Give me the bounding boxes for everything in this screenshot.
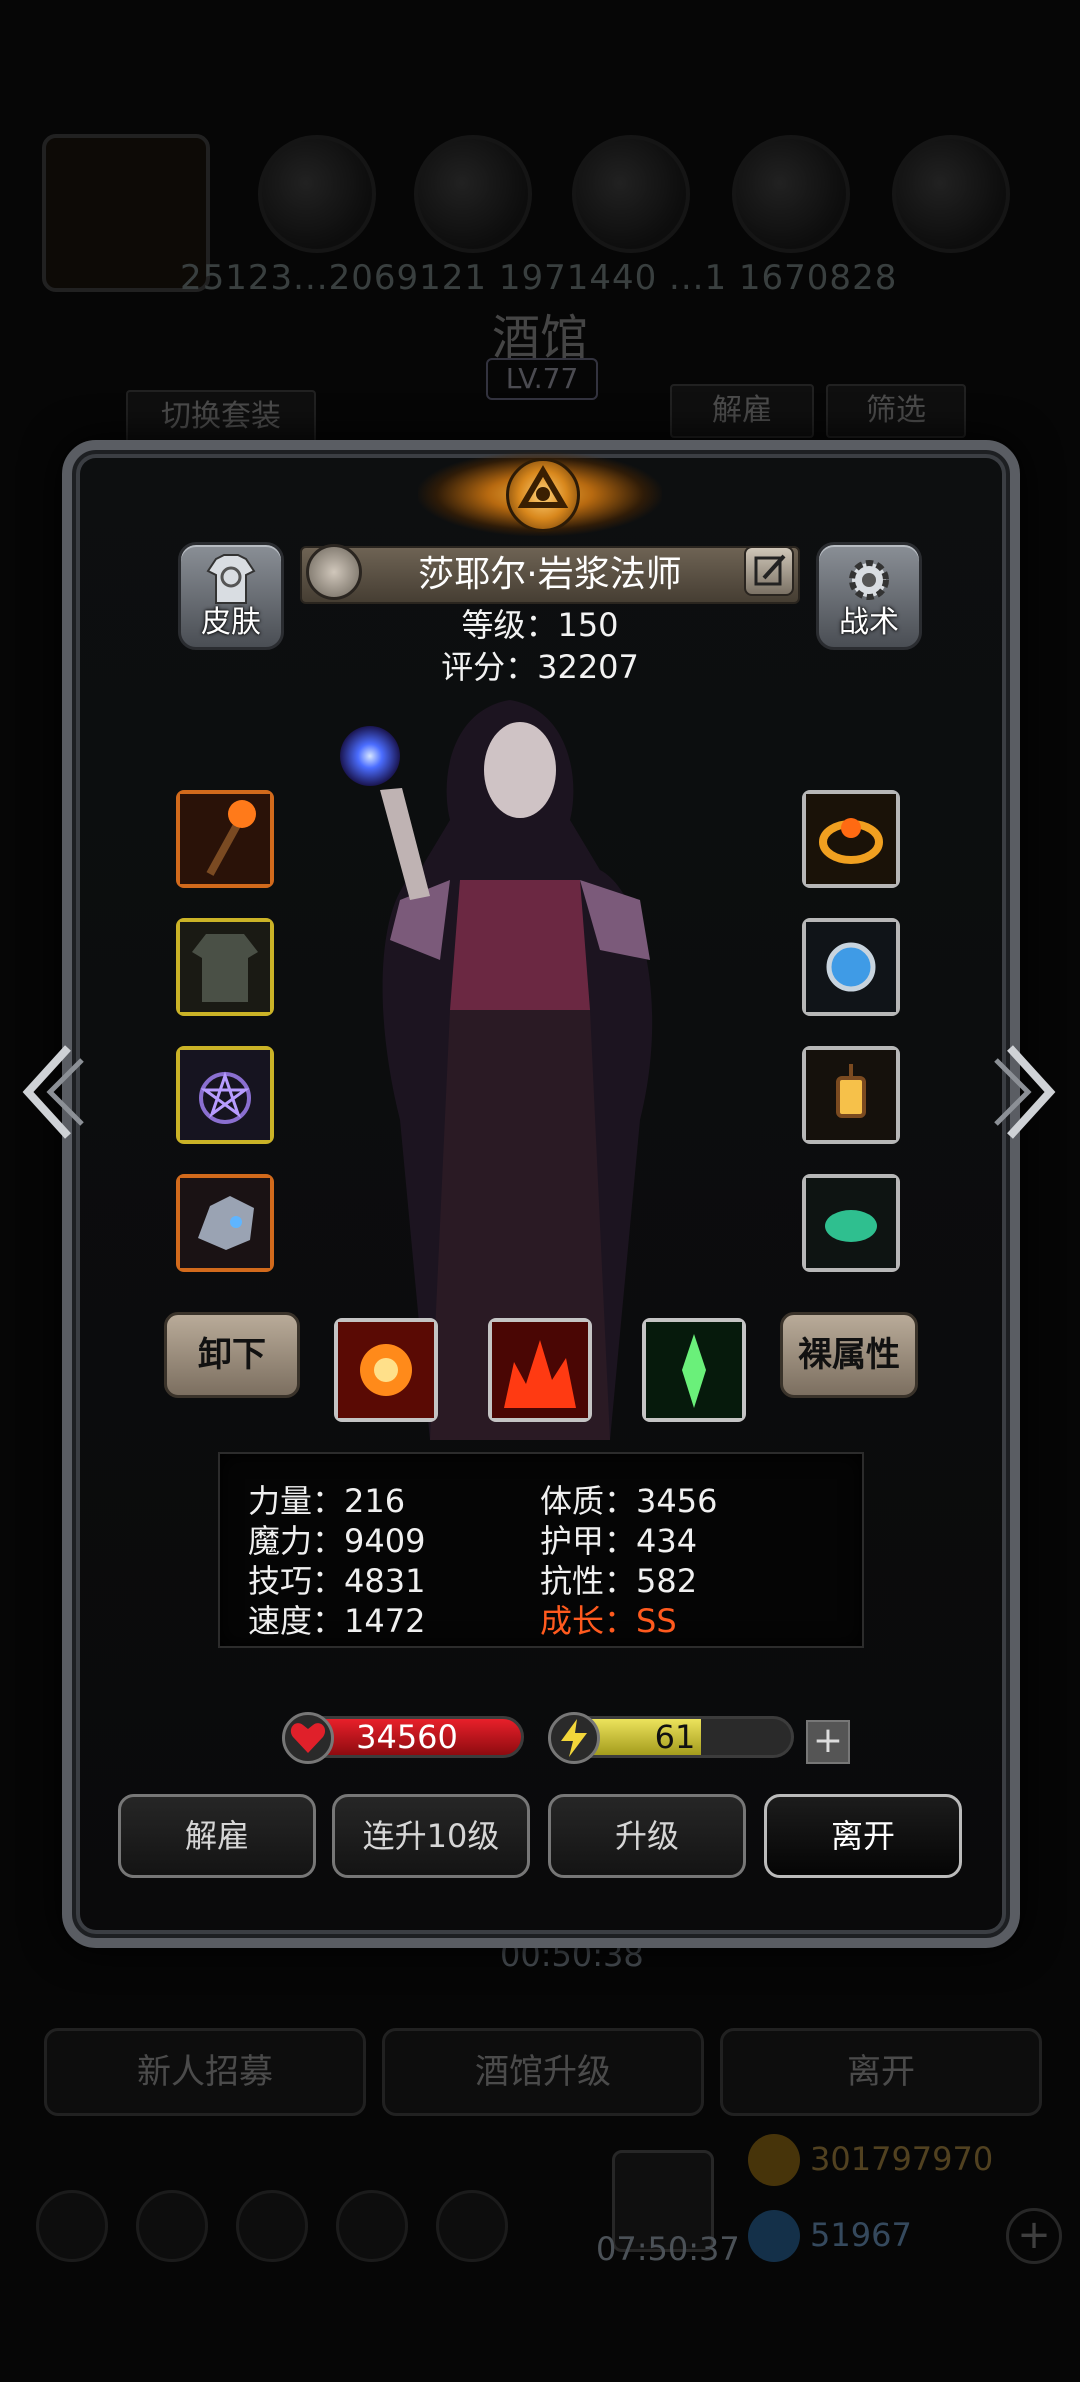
hero-badge-icon [306,544,362,600]
bg-nav-icon [436,2190,508,2262]
skill-slot-3[interactable] [642,1318,746,1422]
fire-staff-icon [180,794,270,884]
rename-edit-icon[interactable] [744,546,794,596]
bg-resource-icon [258,135,376,253]
next-hero-arrow-icon[interactable] [992,1040,1062,1144]
dragon-helm-icon [180,1178,270,1268]
bg-resource-icon [572,135,690,253]
leave-button[interactable]: 离开 [764,1794,962,1878]
flame-ring-icon [806,794,896,884]
bg-resources-text: 25123...2069121 1971440 ...1 1670828 [180,258,898,298]
hero-name: 莎耶尔·岩浆法师 [300,546,800,604]
level-up-10-button[interactable]: 连升10级 [332,1794,530,1878]
bg-nav-icon [236,2190,308,2262]
skill-slot-2[interactable] [488,1318,592,1422]
stat-growth: 成长：SS [540,1602,677,1640]
bg-gold-value: 301797970 [810,2140,994,2178]
pentagram-amulet-icon [180,1050,270,1140]
add-energy-button[interactable]: + [806,1720,850,1764]
bg-leave-button: 离开 [720,2028,1042,2116]
green-crystal-icon [646,1322,742,1418]
unequip-button[interactable]: 卸下 [164,1312,300,1398]
bg-resource-icon [892,135,1010,253]
jade-stone-icon [806,1178,896,1268]
bg-dismiss-button: 解雇 [670,384,814,438]
blue-orb-icon [806,922,896,1012]
bg-nav-icon [36,2190,108,2262]
crest-emblem-icon [506,458,580,532]
heart-icon [282,1712,334,1764]
equip-slot-armor[interactable] [176,918,274,1016]
base-stats-button[interactable]: 裸属性 [780,1312,918,1398]
hp-value: 34560 [356,1718,458,1756]
bg-level: LV.77 [486,358,598,400]
tactics-label: 战术 [839,605,899,640]
lightning-icon [548,1712,600,1764]
gem-icon [748,2210,800,2262]
equip-slot-weapon[interactable] [176,790,274,888]
equip-slot-helm[interactable] [176,1174,274,1272]
bg-switch-outfit-button: 切换套装 [126,390,316,444]
lantern-icon [806,1050,896,1140]
equip-slot-ring[interactable] [802,790,900,888]
equip-slot-orb[interactable] [802,918,900,1016]
bg-add-icon: + [1006,2208,1062,2264]
bg-nav-icon [336,2190,408,2262]
fire-burst-icon [338,1322,434,1418]
bg-gift-timer: 07:50:37 [596,2230,740,2268]
stat-speed: 速度：1472 [248,1602,426,1640]
skill-slot-1[interactable] [334,1318,438,1422]
dismiss-button[interactable]: 解雇 [118,1794,316,1878]
bg-gem-value: 51967 [810,2216,912,2254]
bg-resource-icon [732,135,850,253]
bg-resource-icon [414,135,532,253]
bg-nav-icon [136,2190,208,2262]
flame-wall-icon [492,1322,588,1418]
equip-slot-lantern[interactable] [802,1046,900,1144]
robe-armor-icon [180,922,270,1012]
gold-coin-icon [748,2134,800,2186]
tactics-button[interactable]: 战术 [816,542,922,650]
upgrade-button[interactable]: 升级 [548,1794,746,1878]
bg-filter-button: 筛选 [826,384,966,438]
skin-button[interactable]: 皮肤 [178,542,284,650]
prev-hero-arrow-icon[interactable] [16,1040,86,1144]
equip-slot-gem[interactable] [802,1174,900,1272]
equip-slot-amulet[interactable] [176,1046,274,1144]
hero-score: 评分：32207 [441,648,639,686]
skin-label: 皮肤 [201,605,261,640]
bg-tavern-upgrade-button: 酒馆升级 [382,2028,704,2116]
bg-recruit-button: 新人招募 [44,2028,366,2116]
